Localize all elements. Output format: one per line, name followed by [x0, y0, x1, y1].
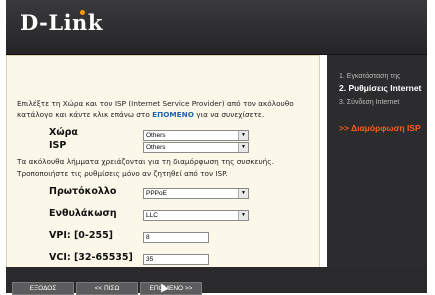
- country-select-value: Others: [146, 132, 166, 139]
- chevron-down-icon[interactable]: ▼: [238, 211, 248, 220]
- step-item-3: 3. Σύνδεση Internet: [339, 99, 400, 106]
- header-bar: D-Link: [6, 0, 427, 55]
- encapsulation-label: Ενθυλάκωση: [49, 208, 117, 219]
- main-panel: Επιλέξτε τη Χώρα και τον ISP (Internet S…: [6, 55, 320, 269]
- step-item-1: 1. Εγκατάσταση της: [339, 73, 401, 80]
- dlink-logo: D-Link: [20, 10, 103, 35]
- intro-text-part: κατάλογο και κάντε κλικ επάνω στο: [17, 110, 153, 119]
- back-button[interactable]: << ΠΙΣΩ: [76, 282, 138, 295]
- isp-select-value: Others: [146, 144, 166, 151]
- chevron-down-icon[interactable]: ▼: [238, 189, 248, 198]
- step-item-4-current: >> Διαμόρφωση ISP: [339, 123, 421, 133]
- intro-text-part: για να συνεχίσετε.: [193, 110, 265, 119]
- country-select[interactable]: Others ▼: [143, 130, 249, 141]
- protocol-select-value: PPPoE: [146, 190, 167, 197]
- vci-label: VCI: [32-65535]: [49, 252, 133, 263]
- wizard-window: D-Link Επιλέξτε τη Χώρα και τον ISP (Int…: [0, 0, 435, 295]
- chevron-down-icon[interactable]: ▼: [238, 143, 248, 152]
- intro-text-line1: Επιλέξτε τη Χώρα και τον ISP (Internet S…: [17, 99, 294, 108]
- next-link[interactable]: ΕΠΟΜΕΝΟ: [152, 110, 194, 119]
- vci-input[interactable]: 35: [143, 254, 209, 265]
- logo-dot-icon: [80, 10, 85, 15]
- wizard-steps-sidebar: 1. Εγκατάσταση της 2. Ρυθμίσεις Internet…: [327, 55, 427, 267]
- country-label: Χώρα: [49, 127, 78, 138]
- vpi-input[interactable]: 8: [143, 232, 209, 243]
- exit-button[interactable]: ΕΞΟΔΟΣ: [12, 282, 74, 295]
- protocol-select[interactable]: PPPoE ▼: [143, 188, 249, 199]
- intro-text-line2: κατάλογο και κάντε κλικ επάνω στο ΕΠΟΜΕΝ…: [17, 110, 264, 119]
- vpi-label: VPI: [0-255]: [49, 230, 114, 241]
- step-item-2: 2. Ρυθμίσεις Internet: [339, 83, 422, 93]
- isp-label: ISP: [49, 140, 67, 151]
- isp-select[interactable]: Others ▼: [143, 142, 249, 153]
- encapsulation-select[interactable]: LLC ▼: [143, 210, 249, 221]
- encapsulation-select-value: LLC: [146, 212, 158, 219]
- info-text-line1: Τα ακόλουθα λήμματα χρειάζονται για τη δ…: [17, 157, 274, 166]
- next-button[interactable]: ΕΠΟΜΕΝΟ >>: [140, 282, 202, 295]
- info-text-line2: Τροποποιήστε τις ρυθμίσεις μόνο αν ζητηθ…: [17, 169, 228, 178]
- chevron-down-icon[interactable]: ▼: [238, 131, 248, 140]
- protocol-label: Πρωτόκολλο: [49, 186, 117, 197]
